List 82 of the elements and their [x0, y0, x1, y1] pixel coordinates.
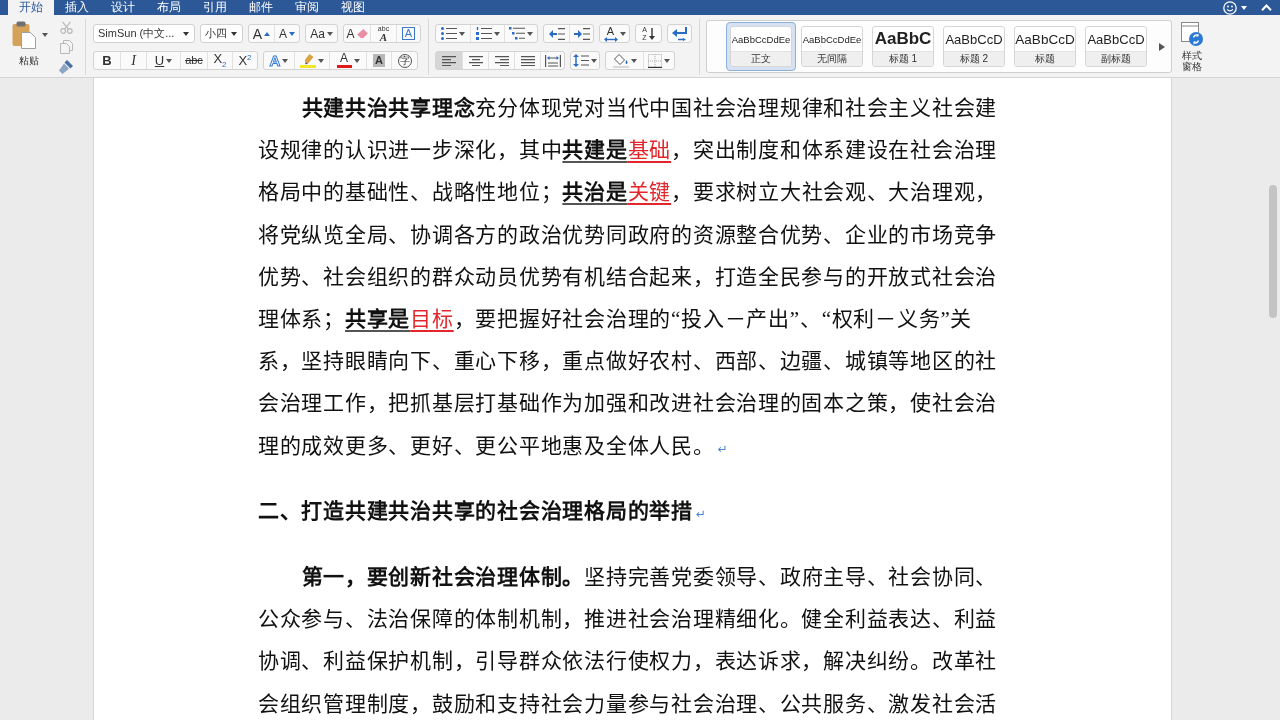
clear-formatting-button[interactable]: A	[344, 25, 370, 42]
underline-button[interactable]: U	[146, 52, 180, 69]
character-border-button[interactable]: A	[396, 25, 420, 42]
align-left-icon	[442, 55, 456, 66]
caret-icon	[318, 58, 324, 63]
bold-button[interactable]: B	[94, 52, 120, 69]
caret-icon	[326, 31, 333, 36]
styles-pane-icon	[1181, 22, 1203, 46]
change-case-button[interactable]: Aa	[305, 24, 338, 43]
ribbon-tab[interactable]: 开始	[8, 0, 54, 15]
body-paragraph: 第一，要创新社会治理体制。坚持完善党委领导、政府主导、社会协同、公众参与、法治保障的体制机制，推进社会治理精细化。健全利益表达、利益协调、利益保护机制，引导群众依法行使权力，表达诉求，解决纠纷。改革社会组织管理制度，鼓励和支持社会力量参与社会治理、公共服务、激发社会活	[258, 564, 999, 718]
font-color-button[interactable]: A	[329, 52, 366, 69]
scissors-icon	[59, 20, 73, 34]
caret-icon	[353, 58, 360, 63]
ribbon-tab[interactable]: 设计	[100, 0, 146, 15]
caret-icon	[1241, 5, 1247, 10]
strikethrough-button[interactable]: abc	[180, 52, 207, 69]
ribbon-tab[interactable]: 插入	[54, 0, 100, 15]
chevron-up-icon	[1261, 4, 1272, 11]
ribbon-tab[interactable]: 视图	[330, 0, 376, 15]
highlighter-icon	[300, 53, 316, 68]
show-marks-button[interactable]	[667, 24, 692, 43]
ribbon-tab[interactable]: 引用	[192, 0, 238, 15]
caret-icon	[630, 58, 637, 63]
caret-icon	[166, 58, 173, 63]
superscript-button[interactable]: X$^{2}$	[232, 52, 257, 69]
caret-icon	[619, 31, 626, 36]
line-spacing-icon	[573, 54, 589, 67]
triangle-up-icon	[264, 31, 271, 36]
decrease-indent-icon	[548, 27, 565, 40]
caret-icon	[527, 31, 533, 36]
style-preset[interactable]: AaBbCcDdEe 正文	[726, 22, 796, 71]
feedback-button[interactable]	[1222, 0, 1247, 15]
ribbon-tab[interactable]: 布局	[146, 0, 192, 15]
bullet-list-icon	[441, 27, 457, 40]
italic-button[interactable]: I	[120, 52, 146, 69]
styles-pane-button[interactable]: 样式窗格	[1178, 22, 1206, 72]
down-arrow-icon	[648, 27, 655, 40]
character-shading-button[interactable]: A	[366, 52, 391, 69]
grow-font-button[interactable]: A	[249, 25, 274, 42]
caret-icon	[493, 31, 500, 36]
subscript-button[interactable]: X$_{2}$	[207, 52, 232, 69]
shrink-font-button[interactable]: A	[274, 25, 299, 42]
caret-icon	[664, 58, 670, 63]
section-heading: 二、打造共建共治共享的社会治理格局的举措↵	[258, 498, 707, 526]
align-left-button[interactable]	[436, 52, 462, 69]
font-name-dropdown[interactable]: SimSun (中文...	[93, 24, 195, 43]
increase-indent-button[interactable]	[569, 25, 593, 42]
return-arrow-icon	[671, 26, 688, 41]
caret-icon	[42, 33, 48, 37]
align-right-icon	[494, 55, 509, 66]
paste-button[interactable]: 粘贴	[10, 21, 50, 74]
ribbon-tab[interactable]: 审阅	[284, 0, 330, 15]
increase-indent-icon	[573, 27, 590, 40]
eraser-icon	[356, 29, 368, 38]
body-paragraph: 共建共治共享理念充分体现党对当代中国社会治理规律和社会主义社会建设规律的认识进一步深化，其中共建是基础，突出制度和体系建设在社会治理格局中的基础性、战略性地位；共治是关键，要求树立大社会观、大治理观，将党纵览全局、协调各方的政治优势同政府的资源整合优势、企业的市场竞争优势、社会组织的群众动员优势有机结合起来，打造全民参与的开放式社会治理体系；共享是目标，要把握好社会治理的“投入－产出”、“权利－义务”关系，坚持眼睛向下、重心下移，重点做好农村、西部、边疆、城镇等地区的社会治理工作，把抓基层打基础作为加强和改进社会治理的固本之策，使社会治理的成效更多、更好、更公平地惠及全体人民。↵	[258, 95, 999, 460]
font-size-dropdown[interactable]: 小四	[200, 24, 243, 43]
line-spacing-button[interactable]	[570, 51, 600, 70]
caret-icon	[459, 31, 465, 36]
align-center-icon	[468, 55, 483, 66]
collapse-ribbon-button[interactable]	[1261, 4, 1272, 11]
asian-layout-button[interactable]: A	[599, 24, 630, 43]
color-swatch-icon	[336, 65, 352, 68]
caret-icon	[282, 58, 289, 63]
paintbrush-icon	[59, 60, 73, 74]
triangle-right-icon	[1159, 42, 1165, 51]
copy-icon	[59, 40, 73, 54]
scrollbar-thumb[interactable]	[1269, 185, 1277, 318]
clipboard-icon	[12, 21, 36, 49]
caret-icon	[231, 31, 237, 36]
triangle-down-icon	[289, 31, 295, 36]
distributed-button[interactable]	[540, 52, 564, 69]
borders-icon	[648, 53, 662, 68]
caret-icon	[183, 31, 189, 36]
format-painter-button[interactable]	[59, 60, 73, 74]
ribbon-tab[interactable]: 邮件	[238, 0, 284, 15]
multilevel-list-icon	[509, 27, 525, 40]
caret-icon	[591, 58, 597, 63]
distributed-icon	[544, 54, 561, 67]
align-justify-icon	[520, 55, 535, 66]
double-arrow-icon	[603, 36, 618, 42]
numbered-list-icon	[475, 27, 492, 40]
